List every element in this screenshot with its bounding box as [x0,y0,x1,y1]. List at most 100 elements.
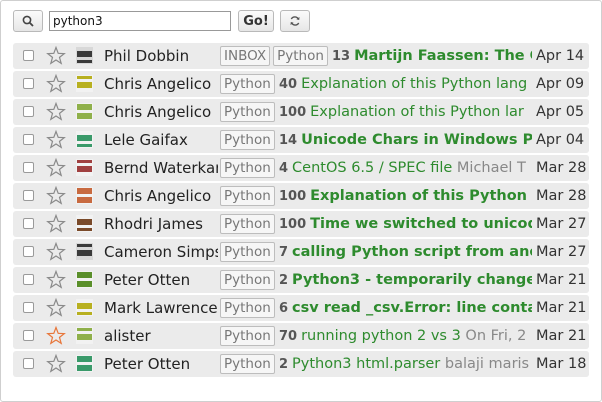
sender-name: Phil Dobbin [104,47,190,65]
refresh-icon [290,16,300,26]
select-checkbox[interactable] [23,218,34,229]
thread-subject-line[interactable]: 2 Python3 - temporarily change t [279,267,532,293]
thread-row[interactable]: Chris Angelico Python 100 Explanation of th… [13,183,589,209]
label-tag[interactable]: Python [220,130,275,150]
sender-name: Cameron Simpson [104,243,218,261]
refresh-button[interactable] [280,10,310,32]
star-icon[interactable] [46,43,66,69]
label-tag[interactable]: Python [220,214,275,234]
select-checkbox[interactable] [23,274,34,285]
message-count: 6 [279,301,289,316]
message-count: 7 [279,245,289,260]
sender-name: Peter Otten [104,355,191,373]
star-icon[interactable] [46,211,66,237]
thread-row[interactable]: Peter Otten Python 2 Python3 html.parser ba… [13,351,589,377]
thread-subject: Python3 - temporarily change t [292,272,532,288]
photo-avatar [76,47,93,64]
identicon-avatar [76,271,93,288]
thread-subject: csv read _csv.Error: line contain [292,300,532,316]
star-icon[interactable] [46,295,66,321]
sender-name: Bernd Waterkamp [104,159,218,177]
identicon-avatar [76,131,93,148]
select-checkbox[interactable] [23,106,34,117]
select-checkbox[interactable] [23,78,34,89]
message-count: 13 [332,49,351,64]
thread-row[interactable]: Rhodri James Python 100 Time we switched to… [13,211,589,237]
thread-date: Mar 21 [534,323,589,349]
label-tag[interactable]: Python [220,354,275,374]
message-count: 40 [279,77,298,92]
thread-date: Mar 28 [534,183,589,209]
star-icon[interactable] [46,99,66,125]
star-icon[interactable] [46,351,66,377]
star-icon[interactable] [46,239,66,265]
thread-subject-line[interactable]: 14Unicode Chars in Windows Path [279,127,532,153]
search-input[interactable] [49,11,231,31]
thread-date: Mar 18 [534,351,589,377]
label-tag[interactable]: Python [220,74,275,94]
label-tag[interactable]: Python [220,270,275,290]
select-checkbox[interactable] [23,162,34,173]
thread-date: Mar 27 [534,239,589,265]
thread-row[interactable]: Mark Lawrence Python 6 csv read _csv.Error:… [13,295,589,321]
sender-name: Chris Angelico [104,75,212,93]
star-icon[interactable] [46,323,66,349]
label-tag[interactable]: Python [220,102,275,122]
star-icon[interactable] [46,155,66,181]
thread-subject: Explanation of this Python lar [310,104,524,120]
thread-subject-line[interactable]: 7 calling Python script from anot [279,239,532,265]
label-tag[interactable]: Python [220,158,275,178]
select-checkbox[interactable] [23,246,34,257]
thread-row[interactable]: Chris Angelico Python 100 Explanation of th… [13,99,589,125]
label-tag[interactable]: Python [220,186,275,206]
star-icon[interactable] [46,267,66,293]
label-tag[interactable]: INBOX [220,46,271,66]
thread-row[interactable]: Lele Gaifax Python 14 Unicode Chars in Wind… [13,127,589,153]
select-checkbox[interactable] [23,134,34,145]
identicon-avatar [76,159,93,176]
thread-subject-line[interactable]: 100 Time we switched to unicode [279,211,532,237]
photo-avatar [76,243,93,260]
star-icon[interactable] [46,71,66,97]
thread-row[interactable]: Chris Angelico Python 40 Explanation of thi… [13,71,589,97]
identicon-avatar [76,215,93,232]
thread-list: Phil Dobbin INBOX Python 13 Martijn Faassen:… [13,43,589,379]
thread-date: Apr 09 [534,71,589,97]
select-checkbox[interactable] [23,50,34,61]
thread-subject-line[interactable]: 13 Martijn Faassen: The Ca [332,43,532,69]
thread-date: Apr 05 [534,99,589,125]
thread-subject-line[interactable]: 2 Python3 html.parser balaji maris [279,351,532,377]
thread-subject: Unicode Chars in Windows Path [301,132,532,148]
thread-subject: running python 2 vs 3 [301,328,461,344]
label-tag[interactable]: Python [220,326,275,346]
go-button[interactable]: Go! [238,10,274,32]
thread-subject-line[interactable]: 100 Explanation of this Python lar [279,99,532,125]
message-count: 2 [279,273,289,288]
thread-row[interactable]: alister Python 70 running python 2 vs 3 On … [13,323,589,349]
thread-date: Mar 21 [534,295,589,321]
thread-row[interactable]: Bernd WaterkampPython4CentOS 6.5 / SPEC … [13,155,589,181]
thread-row[interactable]: Peter Otten Python 2 Python3 - temporarily … [13,267,589,293]
sender-name: Peter Otten [104,271,191,289]
message-count: 4 [279,161,289,176]
thread-subject-line[interactable]: 6 csv read _csv.Error: line contain [279,295,532,321]
search-button[interactable] [13,10,43,32]
label-tag[interactable]: Python [273,46,328,66]
thread-subject: calling Python script from anot [292,244,532,260]
select-checkbox[interactable] [23,302,34,313]
label-tag[interactable]: Python [220,298,275,318]
thread-preview: Michael T [452,160,526,176]
thread-subject-line[interactable]: 100 Explanation of this Python la [279,183,532,209]
select-checkbox[interactable] [23,330,34,341]
thread-row[interactable]: Cameron SimpsonPython7calling Python scr… [13,239,589,265]
star-icon[interactable] [46,127,66,153]
select-checkbox[interactable] [23,358,34,369]
thread-row[interactable]: Phil Dobbin INBOX Python 13 Martijn Faassen:… [13,43,589,69]
thread-subject-line[interactable]: 40 Explanation of this Python lang [279,71,532,97]
thread-subject-line[interactable]: 70 running python 2 vs 3 On Fri, 2 [279,323,532,349]
thread-subject-line[interactable]: 4 CentOS 6.5 / SPEC file Michael T [279,155,532,181]
identicon-avatar [76,103,93,120]
select-checkbox[interactable] [23,190,34,201]
label-tag[interactable]: Python [220,242,275,262]
star-icon[interactable] [46,183,66,209]
